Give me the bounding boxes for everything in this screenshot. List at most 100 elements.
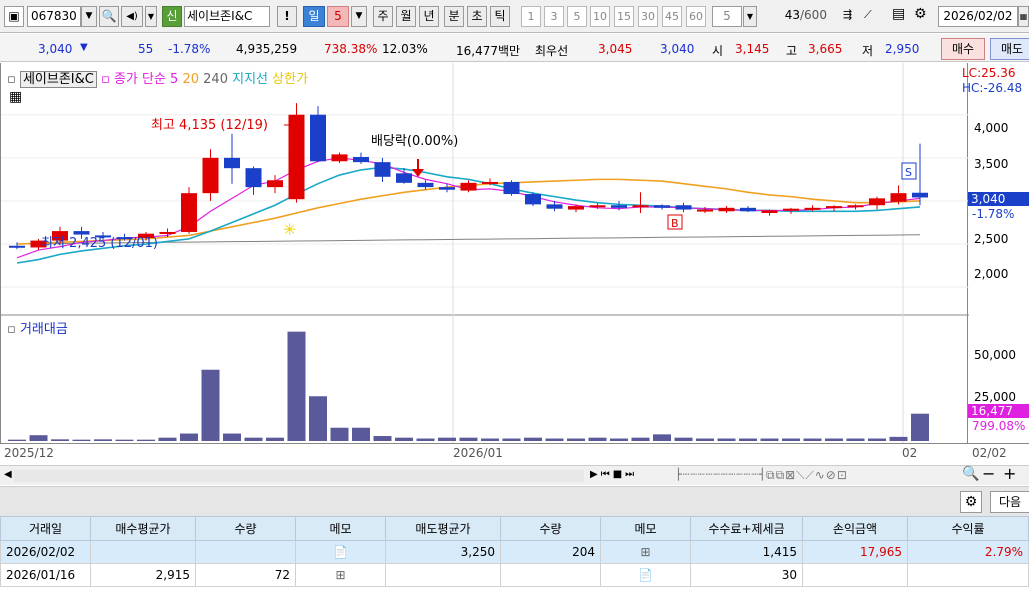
interval-30-button[interactable]: 30 xyxy=(638,6,658,27)
vol-tick-25000: 25,000 xyxy=(974,390,1016,404)
volume-bar xyxy=(201,369,220,441)
interval-select[interactable]: 5 xyxy=(712,6,742,27)
candle-body xyxy=(826,206,842,209)
legend-ma20[interactable]: 20 xyxy=(182,72,199,87)
next-button[interactable]: 다음 xyxy=(990,491,1029,513)
memo-add-icon[interactable]: ⊞ xyxy=(600,540,691,564)
col-memo-buy: 메모 xyxy=(295,516,386,541)
candle-body xyxy=(611,205,627,208)
period-dropdown-icon[interactable]: ▼ xyxy=(351,6,367,27)
candle-body xyxy=(804,207,821,210)
interval-3-button[interactable]: 3 xyxy=(544,6,564,27)
cell-sell-avg xyxy=(385,563,501,587)
chart-area[interactable]: 최고 4,135 (12/19) 최저 2,425 (12/01) 배당락(0.00… xyxy=(0,63,969,443)
cell-sell-avg: 3,250 xyxy=(385,540,501,564)
window-icon[interactable]: ▣ xyxy=(4,6,24,27)
search-icon[interactable]: 🔍 xyxy=(99,6,119,27)
y-tick-3500: 3,500 xyxy=(974,157,1009,171)
col-memo-sell: 메모 xyxy=(600,516,691,541)
line-tool-icon[interactable]: ⟋ xyxy=(864,8,872,22)
interval-45-button[interactable]: 45 xyxy=(662,6,682,27)
candle-body xyxy=(73,231,90,235)
legend-stock-name[interactable]: 세이브존I&C xyxy=(19,71,97,88)
save-icon[interactable]: ▤ xyxy=(892,6,905,22)
memo-icon[interactable]: 📄 xyxy=(295,540,386,564)
chart-scrollbar[interactable]: ◀ ▶⏮■⏭ ├┈┈┈┈┈┈┈┈┈┈┤ ⧉⧉⊠⟍⟋∿⊘⊡ 🔍 − + xyxy=(0,464,1029,485)
sell-button[interactable]: 매도 xyxy=(990,38,1029,60)
upper-limit-marker: ✳ xyxy=(283,220,296,239)
volume-bar xyxy=(653,434,671,441)
change-percent: -1.78% xyxy=(168,42,211,56)
legend-ma5[interactable]: 종가 단순 5 xyxy=(114,72,178,87)
volume-bar xyxy=(115,439,134,441)
date-label-last: 02/02 xyxy=(972,446,1007,460)
settings-gear-icon[interactable]: ⚙ xyxy=(960,491,982,513)
volume-bar xyxy=(674,437,693,441)
memo-add-icon[interactable]: ⊞ xyxy=(295,563,386,587)
period-month-button[interactable]: 월 xyxy=(396,6,416,27)
legend-upper-limit[interactable]: 상한가 xyxy=(272,72,308,87)
legend-support[interactable]: 지지선 xyxy=(232,72,268,87)
period-day-button[interactable]: 일 xyxy=(303,6,325,27)
interval-dropdown-icon[interactable]: ▼ xyxy=(743,6,757,27)
interval-5-button[interactable]: 5 xyxy=(567,6,587,27)
table-row[interactable]: 2026/02/02 📄 3,250 204 ⊞ 1,415 17,965 2.… xyxy=(0,540,1029,564)
zoom-icon[interactable]: ⇶ xyxy=(843,8,852,21)
sound-icon[interactable]: ◀) xyxy=(121,6,143,27)
volume-bar xyxy=(631,437,650,441)
gear-icon[interactable]: ⚙ xyxy=(914,6,927,22)
candle-body xyxy=(267,180,283,188)
magnify-icon[interactable]: 🔍 xyxy=(962,466,979,482)
alert-button[interactable]: ! xyxy=(277,6,297,27)
candle-body xyxy=(675,205,692,210)
calendar-icon[interactable]: ▦ xyxy=(1018,6,1029,27)
candle-body xyxy=(245,168,262,188)
volume-tag: 16,477 xyxy=(968,404,1029,418)
period-tick-button[interactable]: 틱 xyxy=(490,6,510,27)
candle-body xyxy=(503,181,520,195)
bar-count[interactable]: 43 xyxy=(762,8,800,22)
playback-controls[interactable]: ▶⏮■⏭ xyxy=(590,469,637,480)
interval-10-button[interactable]: 10 xyxy=(590,6,610,27)
legend-ma240[interactable]: 240 xyxy=(203,72,228,87)
memo-icon[interactable]: 📄 xyxy=(600,563,691,587)
candle-body xyxy=(224,157,240,169)
price-change: 55 xyxy=(138,42,154,56)
period-minute-button[interactable]: 분 xyxy=(444,6,464,27)
sound-dropdown-icon[interactable]: ▼ xyxy=(145,6,157,27)
interval-15-button[interactable]: 15 xyxy=(614,6,634,27)
low-price: 2,950 xyxy=(885,42,920,56)
code-dropdown-icon[interactable]: ▼ xyxy=(81,6,97,27)
buy-button[interactable]: 매수 xyxy=(941,38,985,60)
volume-bar xyxy=(868,438,886,441)
candle-body xyxy=(912,192,928,198)
drawing-tools[interactable]: ⧉⧉⊠⟍⟋∿⊘⊡ xyxy=(766,468,848,483)
period-count-field[interactable]: 5 xyxy=(327,6,349,27)
volume-bar xyxy=(373,436,392,441)
stock-name-field[interactable]: 세이브존I&C xyxy=(184,6,270,27)
candle-body xyxy=(890,193,907,202)
candle-body xyxy=(460,182,477,191)
cell-pnl: 17,965 xyxy=(802,540,908,564)
zoom-slider[interactable]: ├┈┈┈┈┈┈┈┈┈┈┤ xyxy=(675,468,766,481)
interval-60-button[interactable]: 60 xyxy=(686,6,706,27)
period-year-button[interactable]: 년 xyxy=(419,6,439,27)
volume-legend-label[interactable]: 거래대금 xyxy=(20,322,68,337)
scroll-track[interactable] xyxy=(14,470,584,482)
date-label-feb: 02 xyxy=(902,446,918,460)
scroll-left-icon[interactable]: ◀ xyxy=(4,469,12,480)
bar-max: /600 xyxy=(800,8,827,22)
volume-bar xyxy=(760,438,779,441)
volume-bar xyxy=(180,433,198,441)
stock-code-input[interactable]: 067830 xyxy=(27,6,81,27)
candle-body xyxy=(417,182,434,188)
zoom-out-icon[interactable]: − xyxy=(982,464,995,483)
volume-bar xyxy=(588,437,607,441)
table-icon[interactable]: ▦ xyxy=(9,89,22,105)
zoom-in-icon[interactable]: + xyxy=(1003,464,1016,483)
date-field[interactable]: 2026/02/02 xyxy=(938,6,1018,27)
period-second-button[interactable]: 초 xyxy=(467,6,487,27)
period-week-button[interactable]: 주 xyxy=(373,6,393,27)
interval-1-button[interactable]: 1 xyxy=(521,6,541,27)
table-row[interactable]: 2026/01/16 2,915 72 ⊞ 📄 30 xyxy=(0,563,1029,587)
